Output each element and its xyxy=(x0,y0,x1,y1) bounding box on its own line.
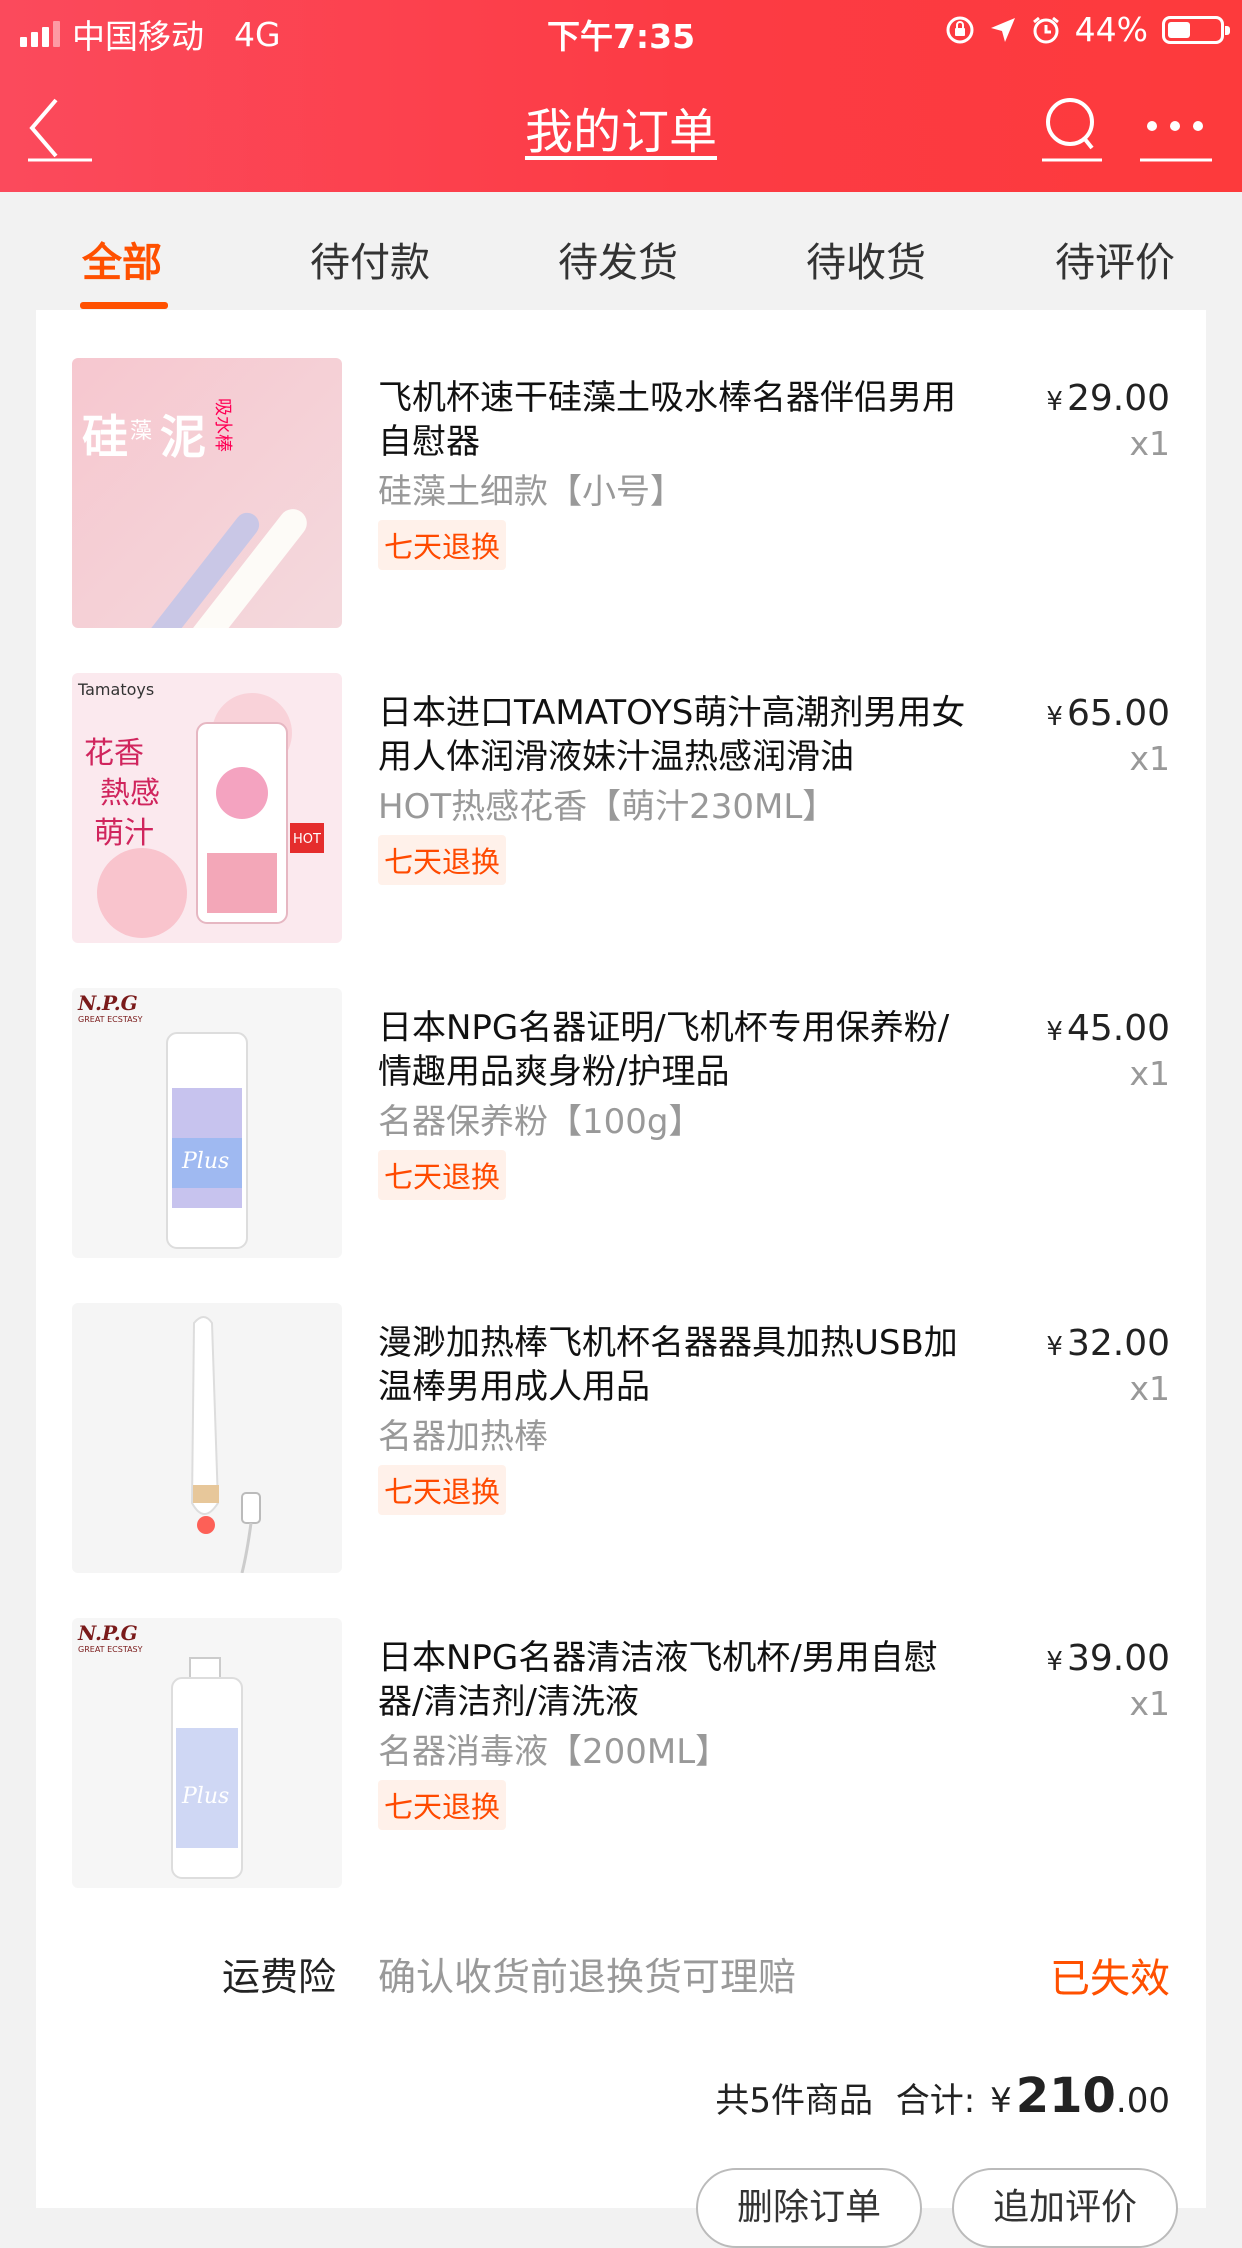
tab-all[interactable]: 全部 xyxy=(82,230,162,288)
battery-percent: 44% xyxy=(1074,10,1148,49)
product-title[interactable]: 日本进口TAMATOYS萌汁高潮剂男用女用人体润滑液妹汁温热感润滑油 xyxy=(378,691,978,779)
status-right: 44% xyxy=(945,10,1230,49)
product-sku: 名器消毒液【200ML】 xyxy=(378,1732,730,1772)
product-sku: HOT热感花香【萌汁230ML】 xyxy=(378,787,837,827)
order-item[interactable]: 硅 藻 泥 吸水棒 飞机杯速干硅藻土吸水棒名器伴侣男用自慰器 硅藻土细款【小号】… xyxy=(36,358,1206,628)
order-item[interactable]: 漫渺加热棒飞机杯名器器具加热USB加温棒男用成人用品 名器加热棒 七天退换 ¥3… xyxy=(36,1303,1206,1573)
thumb-text: N.P.G xyxy=(77,991,138,1015)
search-icon[interactable] xyxy=(1040,92,1104,162)
order-item[interactable]: N.P.G GREAT ECSTASY Plus 日本NPG名器证明/飞机杯专用… xyxy=(36,988,1206,1258)
more-icon[interactable] xyxy=(1136,92,1214,162)
product-price: ¥29.00 xyxy=(1046,378,1170,419)
order-item[interactable]: Tamatoys 花香 熱感 萌汁 HOT 日本进口TAMATOYS萌汁高潮剂男… xyxy=(36,673,1206,943)
orientation-lock-icon xyxy=(946,16,974,43)
location-icon xyxy=(990,17,1015,42)
active-tab-indicator xyxy=(80,302,168,309)
order-summary: 共5件商品 合计: ¥210.00 xyxy=(715,2068,1170,2124)
thumb-text: 泥 xyxy=(160,410,206,464)
total-currency: ¥ xyxy=(990,2081,1012,2121)
thumb-text: 熱感 xyxy=(100,776,160,811)
product-thumbnail[interactable]: 硅 藻 泥 吸水棒 xyxy=(72,358,342,628)
product-sku: 名器加热棒 xyxy=(378,1417,548,1457)
delete-order-button[interactable]: 删除订单 xyxy=(696,2168,922,2248)
product-sku: 硅藻土细款【小号】 xyxy=(378,472,684,512)
thumb-text: 吸水棒 xyxy=(212,398,233,452)
product-sku: 名器保养粉【100g】 xyxy=(378,1102,703,1142)
thumb-text: GREAT ECSTASY xyxy=(78,1645,143,1654)
product-price: ¥45.00 xyxy=(1046,1008,1170,1049)
product-price: ¥32.00 xyxy=(1046,1323,1170,1364)
status-bar: 中国移动 4G 下午7:35 44% xyxy=(0,0,1242,62)
product-thumbnail[interactable]: Tamatoys 花香 熱感 萌汁 HOT xyxy=(72,673,342,943)
product-title[interactable]: 漫渺加热棒飞机杯名器器具加热USB加温棒男用成人用品 xyxy=(378,1321,978,1409)
return-policy-tag: 七天退换 xyxy=(378,835,507,885)
product-price: ¥39.00 xyxy=(1046,1638,1170,1679)
item-count: 共5件商品 xyxy=(715,2081,873,2121)
alarm-icon xyxy=(1032,16,1059,43)
return-policy-tag: 七天退换 xyxy=(378,1150,507,1200)
thumb-text: Tamatoys xyxy=(77,680,154,699)
product-qty: x1 xyxy=(1129,739,1170,778)
return-policy-tag: 七天退换 xyxy=(378,520,507,570)
tab-pending-review[interactable]: 待评价 xyxy=(1055,230,1175,288)
battery-icon xyxy=(1162,15,1230,44)
thumb-text: N.P.G xyxy=(77,1621,138,1645)
nav-bar: 我的订单 xyxy=(0,62,1242,192)
return-policy-tag: 七天退换 xyxy=(378,1465,507,1515)
total-amount: 210 xyxy=(1015,2068,1116,2124)
product-price: ¥65.00 xyxy=(1046,693,1170,734)
total-decimal: .00 xyxy=(1115,2081,1170,2121)
thumb-text: GREAT ECSTASY xyxy=(78,1015,143,1024)
total-label: 合计: xyxy=(895,2081,976,2121)
shipping-insurance-label: 运费险 xyxy=(222,1955,337,1999)
app-header: 中国移动 4G 下午7:35 44% 我的订单 xyxy=(0,0,1242,192)
tab-pending-payment[interactable]: 待付款 xyxy=(310,230,430,288)
product-title[interactable]: 飞机杯速干硅藻土吸水棒名器伴侣男用自慰器 xyxy=(378,376,978,464)
thumb-text: Plus xyxy=(181,1149,229,1174)
product-thumbnail[interactable]: N.P.G GREAT ECSTASY Plus xyxy=(72,988,342,1258)
product-qty: x1 xyxy=(1129,1369,1170,1408)
product-thumbnail[interactable]: N.P.G GREAT ECSTASY Plus xyxy=(72,1618,342,1888)
add-review-button[interactable]: 追加评价 xyxy=(952,2168,1178,2248)
tab-pending-receipt[interactable]: 待收货 xyxy=(806,230,926,288)
shipping-insurance-desc: 确认收货前退换货可理赔 xyxy=(378,1955,797,1999)
shipping-insurance-status: 已失效 xyxy=(1050,1956,1170,2002)
order-tabs: 全部 待付款 待发货 待收货 待评价 xyxy=(0,192,1242,310)
thumb-text: 硅 xyxy=(82,410,128,464)
thumb-text: 藻 xyxy=(130,419,152,444)
product-title[interactable]: 日本NPG名器清洁液飞机杯/男用自慰器/清洁剂/清洗液 xyxy=(378,1636,978,1724)
product-qty: x1 xyxy=(1129,1054,1170,1093)
product-thumbnail[interactable] xyxy=(72,1303,342,1573)
product-qty: x1 xyxy=(1129,424,1170,463)
thumb-text: HOT xyxy=(293,832,321,847)
tab-pending-shipment[interactable]: 待发货 xyxy=(558,230,678,288)
order-item[interactable]: N.P.G GREAT ECSTASY Plus 日本NPG名器清洁液飞机杯/男… xyxy=(36,1618,1206,1888)
thumb-text: 萌汁 xyxy=(94,816,154,851)
product-title[interactable]: 日本NPG名器证明/飞机杯专用保养粉/情趣用品爽身粉/护理品 xyxy=(378,1006,978,1094)
return-policy-tag: 七天退换 xyxy=(378,1780,507,1830)
thumb-text: 花香 xyxy=(84,736,144,771)
thumb-text: Plus xyxy=(181,1784,229,1809)
order-card: 硅 藻 泥 吸水棒 飞机杯速干硅藻土吸水棒名器伴侣男用自慰器 硅藻土细款【小号】… xyxy=(36,310,1206,2248)
product-qty: x1 xyxy=(1129,1684,1170,1723)
